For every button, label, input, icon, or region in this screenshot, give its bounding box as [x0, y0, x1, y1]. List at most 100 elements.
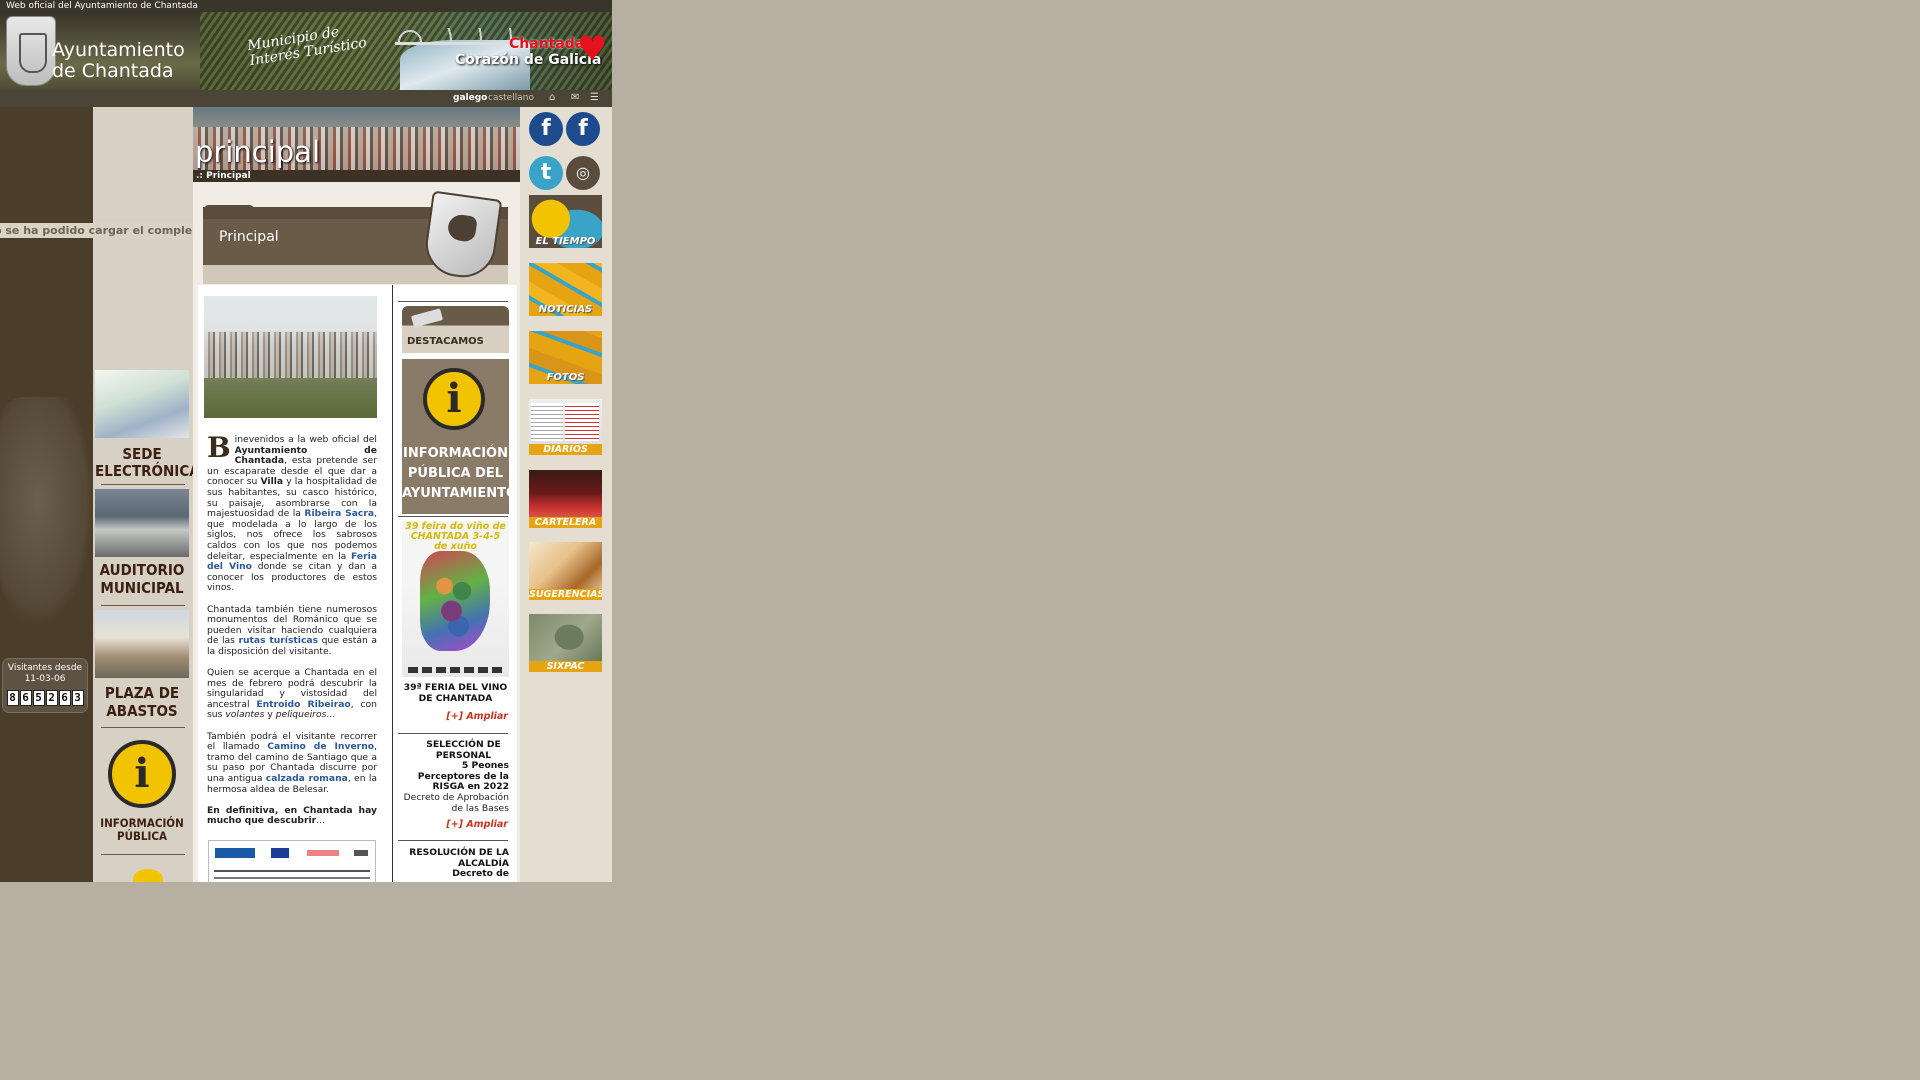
info-line: PÚBLICA DEL: [407, 466, 504, 481]
agency-logo: [354, 850, 368, 856]
info-publica-banner[interactable]: i INFORMACIÓN PÚBLICA DEL AYUNTAMIENTO: [402, 359, 518, 514]
tile-sixpac[interactable]: SIXPAC: [529, 614, 602, 672]
sidebar-divider: [101, 854, 185, 855]
twitter-icon[interactable]: t: [529, 156, 563, 190]
market-photo: [95, 610, 189, 678]
ribeira-sacra-link[interactable]: Ribeira Sacra: [304, 508, 374, 519]
featured-divider: [398, 840, 508, 841]
visitor-digit: 3: [71, 690, 84, 706]
tile-diarios[interactable]: DIARIOS: [529, 399, 602, 455]
org-name[interactable]: Ayuntamiento de Chantada: [52, 40, 185, 82]
sidebar-item-auditorio[interactable]: AUDITORIO MUNICIPAL: [95, 489, 189, 607]
org-name-line2: de Chantada: [52, 60, 174, 82]
sidebar-item-sede[interactable]: SEDE ELECTRÓNICA: [95, 370, 200, 485]
camino-inverno-link[interactable]: Camino de Inverno: [267, 741, 374, 752]
main-content: principal .: Principal Principal Bineven…: [193, 107, 520, 882]
instagram-icon[interactable]: ◎: [566, 156, 600, 190]
sidebar-divider: [101, 605, 185, 606]
tile-el-tiempo[interactable]: EL TIEMPO: [529, 195, 602, 248]
banner-top-line: Web oficial del Ayuntamiento de Chantada: [0, 0, 612, 12]
text-run: volantes: [225, 709, 265, 721]
funding-text-line: [214, 870, 370, 872]
visitor-digit: 6: [58, 690, 71, 706]
pin-icon: [410, 308, 444, 328]
site-container: Web oficial del Ayuntamiento de Chantada…: [0, 0, 612, 882]
text-run: peliqueiros: [275, 709, 327, 721]
tile-label: EL TIEMPO: [535, 236, 596, 247]
tile-label-bar: SUGERENCIAS: [529, 589, 602, 600]
news-item: RESOLUCIÓN DE LA ALCALDÍA Decreto de: [402, 847, 509, 880]
drop-cap: B: [207, 431, 231, 464]
news-body: de las Bases: [451, 802, 509, 814]
text-run: En definitiva, en Chantada hay mucho que…: [207, 804, 377, 827]
visitor-since: 11-03-06: [24, 674, 66, 684]
sidebar-item-informacion[interactable]: i INFORMACIÓN PÚBLICA: [95, 737, 189, 857]
info-line: INFORMACIÓN: [403, 446, 508, 461]
info-publica-text: INFORMACIÓN PÚBLICA DEL AYUNTAMIENTO: [402, 444, 518, 504]
ampliar-link[interactable]: [+] Ampliar: [446, 819, 508, 830]
entroido-link[interactable]: Entroido Ribeirao: [256, 699, 350, 710]
mail-icon[interactable]: ✉: [571, 93, 583, 103]
lang-castellano-link[interactable]: castellano: [488, 93, 534, 104]
tile-label: SIXPAC: [546, 661, 585, 672]
facebook-icon[interactable]: f: [529, 112, 563, 146]
section-header: Principal: [203, 190, 508, 284]
tile-noticias[interactable]: NOTICIAS: [529, 263, 602, 316]
newspaper-icon: [565, 403, 599, 441]
news-item: SELECCIÓN DE PERSONAL 5 Peones Perceptor…: [402, 739, 509, 814]
news-title: SELECCIÓN DE: [426, 739, 501, 750]
plugin-error-text: o se ha podido cargar el complemento: [0, 224, 193, 237]
lang-galego-link[interactable]: galego: [453, 93, 487, 104]
news-title: RESOLUCIÓN DE LA: [409, 847, 509, 858]
ampliar-link[interactable]: [+] Ampliar: [446, 711, 508, 722]
info-line: AYUNTAMIENTO: [402, 486, 518, 501]
facebook-icon[interactable]: f: [566, 112, 600, 146]
text-run: ...: [316, 815, 325, 827]
sidebar-item-label: INFORMACIÓN PÚBLICA: [100, 816, 184, 843]
sidebar-item-label: PLAZA DE ABASTOS: [104, 684, 180, 720]
funding-text-line: [214, 877, 370, 879]
site-banner: Web oficial del Ayuntamiento de Chantada…: [0, 0, 612, 107]
next-sidebar-icon[interactable]: [133, 869, 163, 882]
tile-cartelera[interactable]: CARTELERA: [529, 470, 602, 528]
funding-logos-banner[interactable]: [208, 840, 376, 882]
tile-fotos[interactable]: FOTOS: [529, 331, 602, 384]
visitor-label: Visitantes desde: [7, 663, 83, 673]
tile-label: CARTELERA: [534, 517, 597, 528]
tile-sugerencias[interactable]: SUGERENCIAS: [529, 542, 602, 600]
feria-vino-poster[interactable]: 39 feira do viño de CHANTADA 3-4-5 de xu…: [402, 521, 509, 677]
tile-label: DIARIOS: [543, 444, 588, 455]
intro-paragraph: Quien se acerque a Chantada en el mes de…: [207, 667, 377, 721]
featured-divider: [398, 301, 508, 302]
tile-label: NOTICIAS: [538, 304, 593, 315]
calzada-romana-link[interactable]: calzada romana: [266, 773, 348, 784]
tile-label-bar: SIXPAC: [529, 661, 602, 672]
column-divider: [392, 285, 393, 882]
town-buildings: [204, 332, 377, 378]
page-title: principal: [195, 135, 321, 169]
info-icon: i: [108, 740, 176, 808]
featured-divider: [398, 516, 508, 517]
section-tab: [203, 205, 255, 219]
visitor-digit: 8: [6, 690, 19, 706]
rutas-turisticas-link[interactable]: rutas turísticas: [238, 635, 318, 646]
visitor-counter: Visitantes desde 11-03-06 8 6 5 2 6 3: [3, 659, 87, 712]
town-panorama-photo: [204, 296, 377, 418]
poster-title: 39 feira do viño de CHANTADA 3-4-5 de xu…: [405, 521, 506, 552]
sidebar-divider: [101, 484, 185, 485]
text-run: Villa: [260, 476, 284, 488]
org-name-line1: Ayuntamiento: [52, 39, 185, 61]
intro-paragraph: En definitiva, en Chantada hay mucho que…: [207, 804, 377, 827]
news-title: Decreto de: [452, 868, 509, 880]
coat-of-arms-logo[interactable]: [6, 16, 56, 86]
sidebar-item-abastos[interactable]: PLAZA DE ABASTOS: [95, 610, 189, 728]
sitemap-icon[interactable]: ☰: [590, 93, 602, 103]
tile-label-bar: DIARIOS: [529, 444, 602, 455]
breadcrumb[interactable]: .: Principal: [193, 170, 520, 182]
coat-of-arms-watermark: [0, 397, 93, 627]
visitor-digit: 2: [45, 690, 58, 706]
poster-logos: [408, 667, 504, 673]
home-icon[interactable]: ⌂: [549, 93, 561, 103]
tile-label-bar: CARTELERA: [529, 517, 602, 528]
program-logo: [307, 850, 339, 856]
